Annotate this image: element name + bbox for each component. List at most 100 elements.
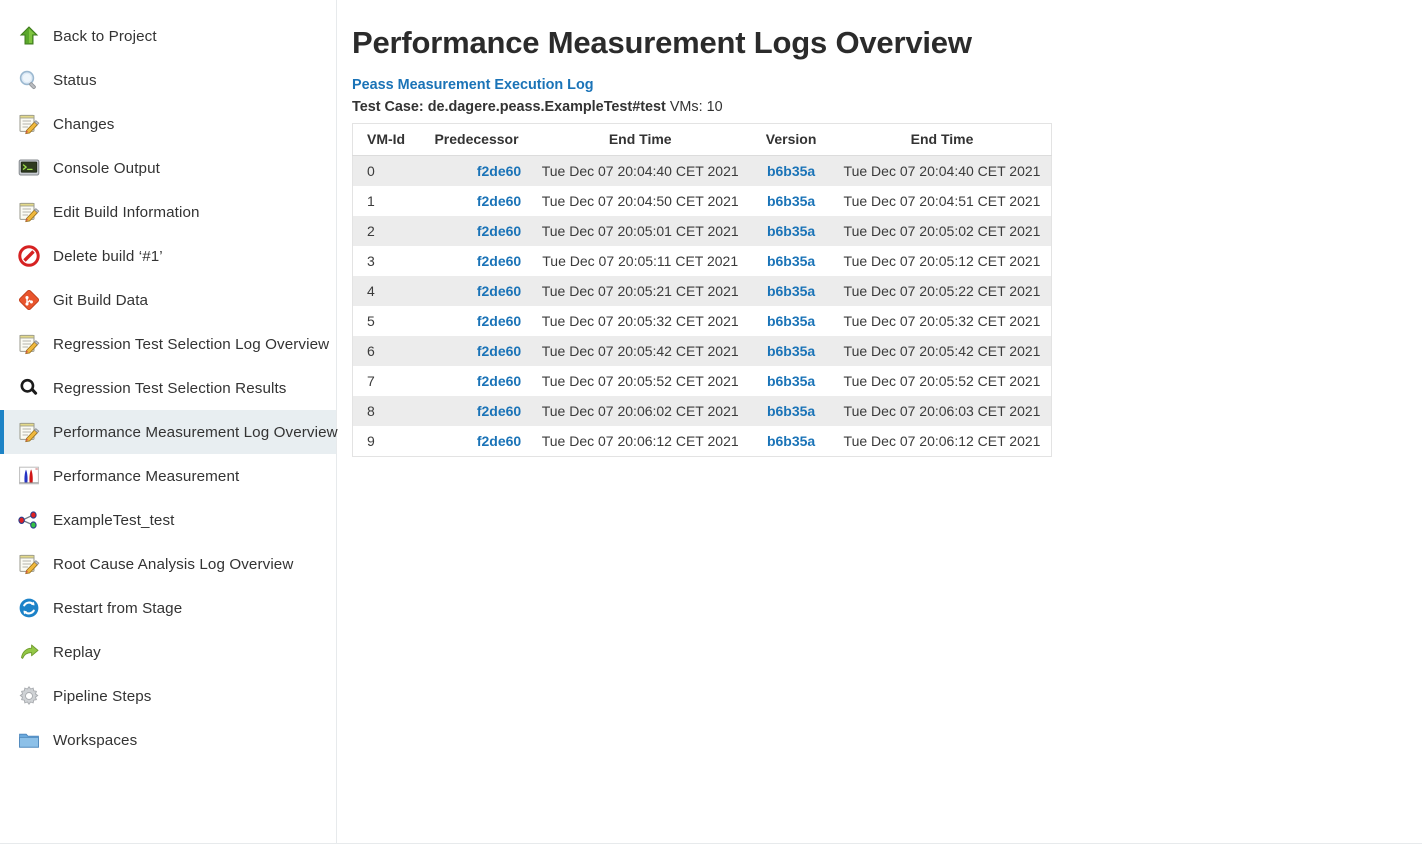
histogram-icon — [17, 464, 41, 488]
cell-version-link[interactable]: b6b35a — [767, 313, 815, 329]
sidebar-item-workspaces[interactable]: Workspaces — [0, 718, 336, 762]
sidebar-item-git-build-data[interactable]: Git Build Data — [0, 278, 336, 322]
cell-end-time-version: Tue Dec 07 20:06:12 CET 2021 — [843, 433, 1041, 450]
cell-predecessor[interactable]: f2de60 — [422, 246, 531, 276]
sidebar-item-exampletest-test[interactable]: ExampleTest_test — [0, 498, 336, 542]
cell-version[interactable]: b6b35a — [749, 186, 833, 216]
cell-version[interactable]: b6b35a — [749, 246, 833, 276]
cell-predecessor[interactable]: f2de60 — [422, 186, 531, 216]
cell-end-time-version: Tue Dec 07 20:05:22 CET 2021 — [843, 283, 1041, 300]
cell-predecessor-link[interactable]: f2de60 — [477, 403, 521, 419]
table-row: 5 f2de60 Tue Dec 07 20:05:32 CET 2021 b6b35… — [352, 306, 1052, 337]
table-header-row: VM-Id Predecessor End Time Version End T… — [352, 123, 1052, 157]
cell-vm-id: 8 — [367, 403, 375, 420]
cell-end-time-predecessor: Tue Dec 07 20:06:02 CET 2021 — [541, 403, 739, 420]
cell-version-link[interactable]: b6b35a — [767, 223, 815, 239]
cell-predecessor-link[interactable]: f2de60 — [477, 283, 521, 299]
sidebar-item-restart-from-stage[interactable]: Restart from Stage — [0, 586, 336, 630]
cell-vm-id: 7 — [367, 373, 375, 390]
sidebar-item-label: Git Build Data — [53, 291, 149, 309]
cell-vm-id: 2 — [367, 223, 375, 240]
cell-predecessor[interactable]: f2de60 — [422, 216, 531, 246]
up-arrow-icon — [17, 24, 41, 48]
sidebar-item-regression-test-selection-log-overview[interactable]: Regression Test Selection Log Overview — [0, 322, 336, 366]
sidebar-item-performance-measurement[interactable]: Performance Measurement — [0, 454, 336, 498]
cell-predecessor-link[interactable]: f2de60 — [477, 433, 521, 449]
cell-version[interactable]: b6b35a — [749, 366, 833, 396]
column-header-version[interactable]: Version — [749, 123, 834, 157]
cell-predecessor[interactable]: f2de60 — [422, 336, 531, 366]
terminal-icon — [17, 156, 41, 180]
sidebar-item-back-to-project[interactable]: Back to Project — [0, 14, 336, 58]
cell-version[interactable]: b6b35a — [749, 276, 833, 306]
sidebar-item-changes[interactable]: Changes — [0, 102, 336, 146]
cell-version[interactable]: b6b35a — [749, 426, 833, 457]
sidebar-item-label: Status — [53, 71, 97, 89]
cell-predecessor[interactable]: f2de60 — [422, 366, 531, 396]
test-case-line: Test Case: de.dagere.peass.ExampleTest#t… — [352, 99, 1422, 115]
cell-version-link[interactable]: b6b35a — [767, 433, 815, 449]
sidebar-item-edit-build-information[interactable]: Edit Build Information — [0, 190, 336, 234]
cell-predecessor[interactable]: f2de60 — [422, 276, 531, 306]
cell-predecessor[interactable]: f2de60 — [422, 306, 531, 336]
cell-vm-id: 4 — [367, 283, 375, 300]
peass-measurement-execution-log-link[interactable]: Peass Measurement Execution Log — [352, 77, 594, 93]
column-header-predecessor[interactable]: Predecessor — [421, 123, 532, 157]
sidebar-item-regression-test-selection-results[interactable]: Regression Test Selection Results — [0, 366, 336, 410]
cell-predecessor-link[interactable]: f2de60 — [477, 373, 521, 389]
test-case-label: Test Case: de.dagere.peass.ExampleTest#t… — [352, 99, 666, 116]
cell-end-time-predecessor: Tue Dec 07 20:05:52 CET 2021 — [541, 373, 739, 390]
cell-version-link[interactable]: b6b35a — [767, 193, 815, 209]
replay-arrow-icon — [17, 640, 41, 664]
sidebar: Back to Project Status Changes Console Outp… — [0, 0, 338, 843]
cell-version-link[interactable]: b6b35a — [767, 403, 815, 419]
sidebar-item-root-cause-analysis-log-overview[interactable]: Root Cause Analysis Log Overview — [0, 542, 336, 586]
cell-predecessor-link[interactable]: f2de60 — [477, 253, 521, 269]
table-body: 0 f2de60 Tue Dec 07 20:04:40 CET 2021 b6b35… — [352, 155, 1052, 457]
sidebar-item-status[interactable]: Status — [0, 58, 336, 102]
cell-version-link[interactable]: b6b35a — [767, 253, 815, 269]
cell-predecessor[interactable]: f2de60 — [422, 396, 531, 426]
cell-version[interactable]: b6b35a — [749, 336, 833, 366]
table-row: 4 f2de60 Tue Dec 07 20:05:21 CET 2021 b6b35… — [352, 276, 1052, 307]
cell-predecessor[interactable]: f2de60 — [422, 156, 531, 187]
cell-version[interactable]: b6b35a — [749, 396, 833, 426]
sidebar-item-replay[interactable]: Replay — [0, 630, 336, 674]
search-bold-icon — [17, 376, 41, 400]
cell-predecessor-link[interactable]: f2de60 — [477, 193, 521, 209]
column-header-vm-id[interactable]: VM-Id — [352, 123, 422, 157]
cell-vm-id: 0 — [367, 163, 375, 180]
cell-version[interactable]: b6b35a — [749, 306, 833, 336]
cell-version[interactable]: b6b35a — [749, 216, 833, 246]
table-row: 7 f2de60 Tue Dec 07 20:05:52 CET 2021 b6b35… — [352, 366, 1052, 397]
cell-end-time-version: Tue Dec 07 20:05:52 CET 2021 — [843, 373, 1041, 390]
sidebar-item-performance-measurement-log-overview[interactable]: Performance Measurement Log Overview — [0, 410, 338, 454]
cell-predecessor-link[interactable]: f2de60 — [477, 313, 521, 329]
table-row: 9 f2de60 Tue Dec 07 20:06:12 CET 2021 b6b35… — [352, 426, 1052, 457]
cell-predecessor-link[interactable]: f2de60 — [477, 223, 521, 239]
cell-end-time-version: Tue Dec 07 20:04:51 CET 2021 — [843, 193, 1041, 210]
sidebar-item-console-output[interactable]: Console Output — [0, 146, 336, 190]
notepad-pencil-icon — [17, 332, 41, 356]
notepad-pencil-icon — [17, 200, 41, 224]
cell-predecessor-link[interactable]: f2de60 — [477, 343, 521, 359]
notepad-pencil-icon — [17, 420, 41, 444]
sidebar-item-pipeline-steps[interactable]: Pipeline Steps — [0, 674, 336, 718]
cell-version-link[interactable]: b6b35a — [767, 283, 815, 299]
cell-end-time-version: Tue Dec 07 20:05:42 CET 2021 — [843, 343, 1041, 360]
cell-version-link[interactable]: b6b35a — [767, 163, 815, 179]
node-graph-icon — [17, 508, 41, 532]
cell-predecessor[interactable]: f2de60 — [422, 426, 531, 457]
cell-version[interactable]: b6b35a — [749, 156, 833, 187]
column-header-end-time-predecessor[interactable]: End Time — [531, 123, 750, 157]
git-icon — [17, 288, 41, 312]
cell-version-link[interactable]: b6b35a — [767, 343, 815, 359]
cell-predecessor-link[interactable]: f2de60 — [477, 163, 521, 179]
cell-end-time-predecessor: Tue Dec 07 20:05:42 CET 2021 — [541, 343, 739, 360]
sidebar-item-label: Pipeline Steps — [53, 687, 152, 705]
column-header-end-time-version[interactable]: End Time — [833, 123, 1052, 157]
sidebar-item-label: Regression Test Selection Results — [53, 379, 287, 397]
sidebar-item-label: Performance Measurement Log Overview — [53, 423, 338, 441]
sidebar-item-delete-build-1[interactable]: Delete build ‘#1’ — [0, 234, 336, 278]
cell-version-link[interactable]: b6b35a — [767, 373, 815, 389]
